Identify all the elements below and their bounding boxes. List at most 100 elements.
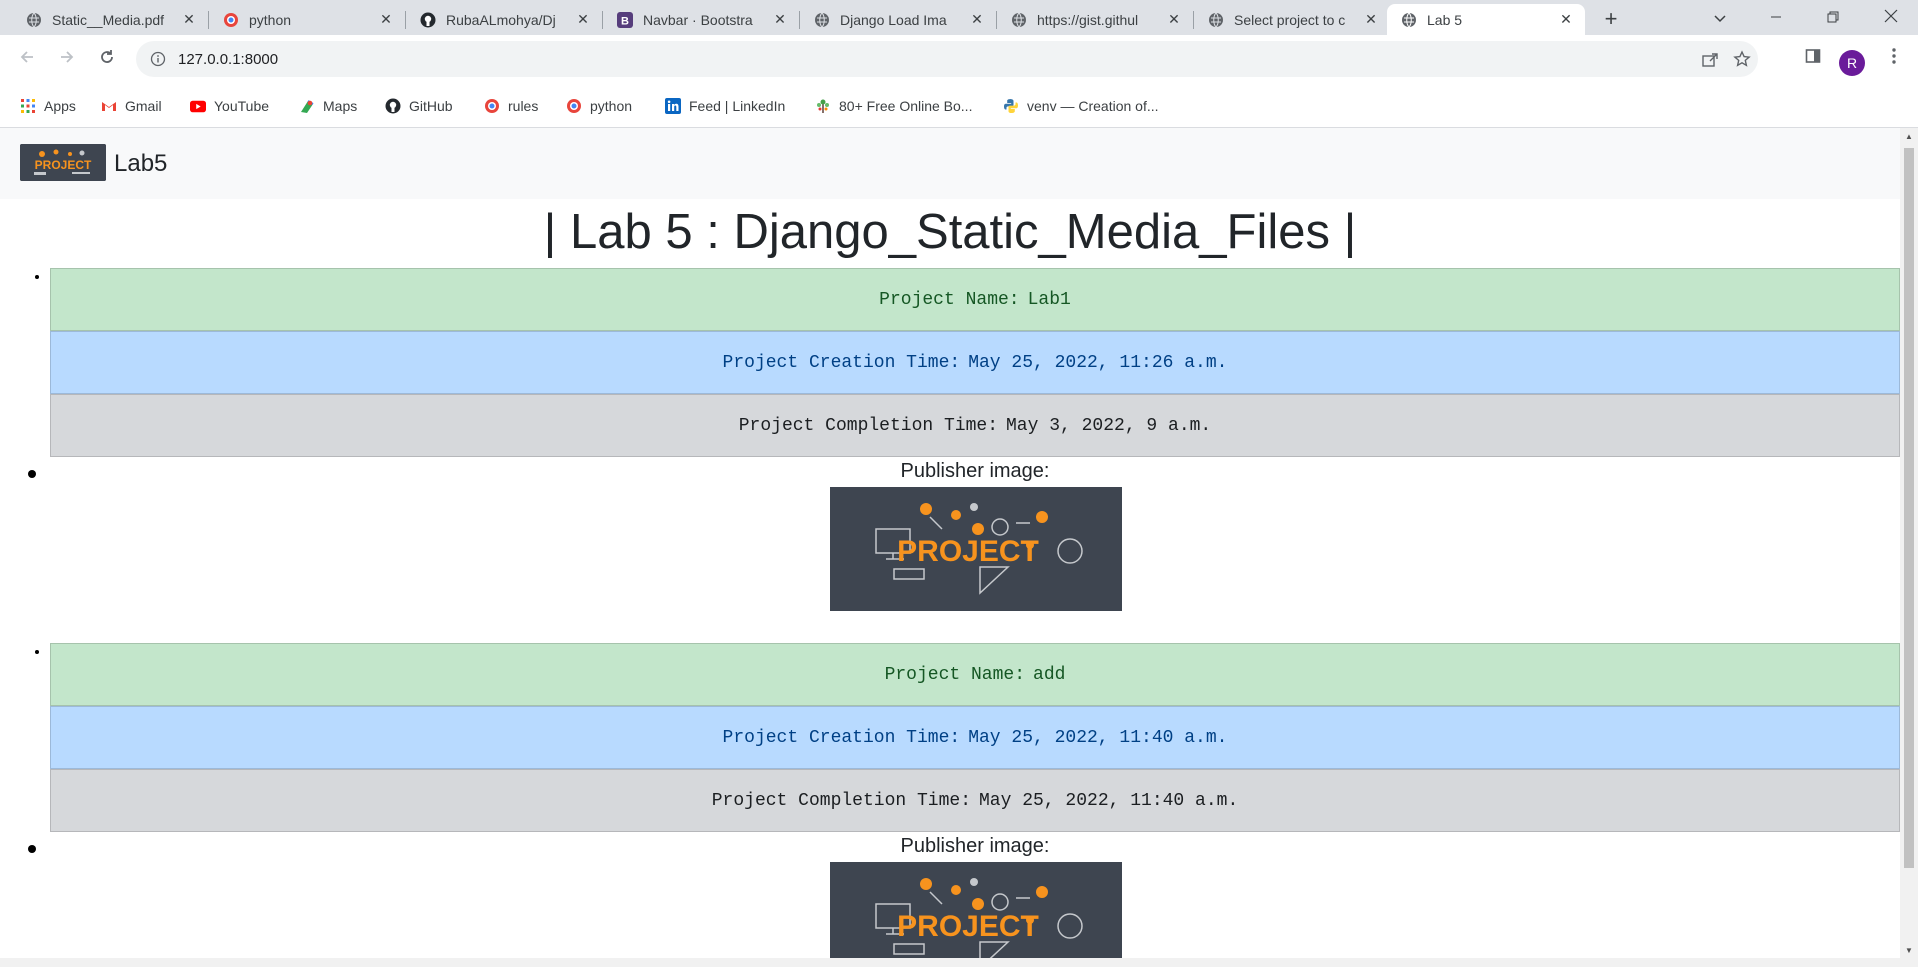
bookmarks-bar: Apps Gmail YouTube Maps GitHub rules pyt… — [0, 93, 1918, 128]
tab-static-media[interactable]: Static__Media.pdf ✕ — [12, 4, 208, 35]
scroll-up-icon[interactable]: ▲ — [1900, 128, 1918, 144]
list-bullet — [28, 845, 36, 853]
address-bar[interactable]: 127.0.0.1:8000 — [136, 41, 1758, 77]
tab-title: Select project to c — [1234, 11, 1346, 28]
gmail-icon — [101, 98, 117, 114]
youtube-icon — [190, 98, 206, 114]
tab-search-button[interactable] — [1697, 0, 1743, 35]
star-icon[interactable] — [1728, 41, 1756, 77]
brand-logo[interactable]: PROJECT — [20, 144, 106, 181]
tab-lab5[interactable]: Lab 5 ✕ — [1387, 4, 1585, 35]
reload-button[interactable] — [93, 45, 121, 73]
menu-button[interactable] — [1879, 43, 1909, 73]
close-icon[interactable]: ✕ — [574, 11, 592, 29]
bookmark-venv[interactable]: venv — Creation of... — [1003, 93, 1159, 119]
close-icon[interactable]: ✕ — [771, 11, 789, 29]
bookmark-label: GitHub — [409, 98, 453, 114]
project-item: Project Name: Lab1 Project Creation Time… — [28, 268, 1900, 611]
project-name-value: Lab1 — [1027, 289, 1071, 310]
more-vert-icon — [1892, 47, 1896, 69]
profile-avatar[interactable]: R — [1839, 50, 1865, 76]
close-icon[interactable]: ✕ — [180, 11, 198, 29]
project-completion-row: Project Completion Time: May 3, 2022, 9 … — [50, 394, 1900, 457]
maps-icon — [299, 98, 315, 114]
new-tab-button[interactable]: + — [1598, 6, 1624, 32]
bookmark-linkedin[interactable]: Feed | LinkedIn — [665, 93, 785, 119]
logo-text: PROJECT — [897, 910, 1039, 943]
bookmark-gmail[interactable]: Gmail — [101, 93, 162, 119]
tree-icon — [815, 98, 831, 114]
creation-time-value: May 25, 2022, 11:40 a.m. — [968, 727, 1228, 748]
globe-icon — [1401, 12, 1417, 28]
tab-bootstrap-navbar[interactable]: B Navbar · Bootstra ✕ — [603, 4, 799, 35]
close-icon[interactable]: ✕ — [1557, 11, 1575, 29]
project-creation-row: Project Creation Time: May 25, 2022, 11:… — [50, 706, 1900, 769]
project-name-row: Project Name: Lab1 — [50, 268, 1900, 331]
chevron-down-icon — [1713, 10, 1727, 26]
side-panel-icon — [1805, 48, 1821, 69]
bookmark-label: Feed | LinkedIn — [689, 98, 786, 114]
close-icon[interactable]: ✕ — [1165, 11, 1183, 29]
back-button[interactable] — [13, 45, 41, 73]
completion-time-value: May 25, 2022, 11:40 a.m. — [979, 790, 1239, 811]
horizontal-scrollbar[interactable] — [0, 958, 1918, 967]
close-icon[interactable]: ✕ — [968, 11, 986, 29]
bookmark-apps[interactable]: Apps — [20, 93, 76, 119]
tab-title: Lab 5 — [1427, 11, 1463, 28]
bookmark-maps[interactable]: Maps — [299, 93, 357, 119]
project-completion-row: Project Completion Time: May 25, 2022, 1… — [50, 769, 1900, 832]
bookmark-youtube[interactable]: YouTube — [190, 93, 269, 119]
restore-icon — [1827, 10, 1839, 26]
tab-select-project[interactable]: Select project to c ✕ — [1194, 4, 1390, 35]
bookmark-python[interactable]: python — [566, 93, 632, 119]
bookmark-label: Maps — [323, 98, 358, 114]
svg-text:PROJECT: PROJECT — [35, 158, 92, 172]
close-window-button[interactable] — [1868, 0, 1914, 35]
scroll-thumb[interactable] — [1904, 148, 1914, 868]
info-icon[interactable] — [150, 51, 166, 67]
bookmark-github[interactable]: GitHub — [385, 93, 453, 119]
close-icon — [1884, 9, 1898, 26]
globe-icon — [1011, 12, 1027, 28]
linkedin-icon — [665, 98, 681, 114]
forward-button[interactable] — [53, 45, 81, 73]
project-name-value: add — [1033, 664, 1066, 685]
github-icon — [420, 12, 436, 28]
creation-time-value: May 25, 2022, 11:26 a.m. — [968, 352, 1228, 373]
tab-github-repo[interactable]: RubaALmohya/Dj ✕ — [406, 4, 602, 35]
search-engine-icon — [566, 98, 582, 114]
bookmark-rules[interactable]: rules — [484, 93, 538, 119]
bookmark-free-online-books[interactable]: 80+ Free Online Bo... — [815, 93, 972, 119]
vertical-scrollbar[interactable]: ▲ ▼ — [1900, 128, 1918, 958]
bookmark-label: YouTube — [214, 98, 270, 114]
globe-icon — [1208, 12, 1224, 28]
completion-time-label: Project Completion Time: — [711, 790, 971, 811]
completion-time-label: Project Completion Time: — [738, 415, 998, 436]
scroll-down-icon[interactable]: ▼ — [1900, 942, 1918, 958]
tab-gist[interactable]: https://gist.githul ✕ — [997, 4, 1193, 35]
logo-text: PROJECT — [897, 535, 1039, 568]
navbar-brand[interactable]: Lab5 — [114, 150, 167, 178]
globe-icon — [814, 12, 830, 28]
tab-django-load-image[interactable]: Django Load Ima ✕ — [800, 4, 996, 35]
tab-strip: Static__Media.pdf ✕ python ✕ RubaALmohya… — [0, 0, 1918, 35]
completion-time-value: May 3, 2022, 9 a.m. — [1006, 415, 1212, 436]
close-icon[interactable]: ✕ — [377, 11, 395, 29]
search-engine-icon — [484, 98, 500, 114]
bookmark-label: rules — [508, 98, 539, 114]
publisher-image: PROJECT — [830, 862, 1122, 958]
side-panel-button[interactable] — [1798, 43, 1828, 73]
search-engine-icon — [223, 12, 239, 28]
share-icon[interactable] — [1696, 41, 1724, 77]
bookmark-label: Apps — [44, 98, 76, 114]
project-creation-row: Project Creation Time: May 25, 2022, 11:… — [50, 331, 1900, 394]
restore-button[interactable] — [1810, 0, 1856, 35]
tab-python[interactable]: python ✕ — [209, 4, 405, 35]
python-icon — [1003, 98, 1019, 114]
tab-title: python — [249, 11, 292, 28]
bookmark-label: python — [590, 98, 633, 114]
page-title: | Lab 5 : Django_Static_Media_Files | — [543, 205, 1357, 259]
minimize-button[interactable] — [1753, 0, 1799, 35]
tab-title: https://gist.githul — [1037, 11, 1139, 28]
close-icon[interactable]: ✕ — [1362, 11, 1380, 29]
